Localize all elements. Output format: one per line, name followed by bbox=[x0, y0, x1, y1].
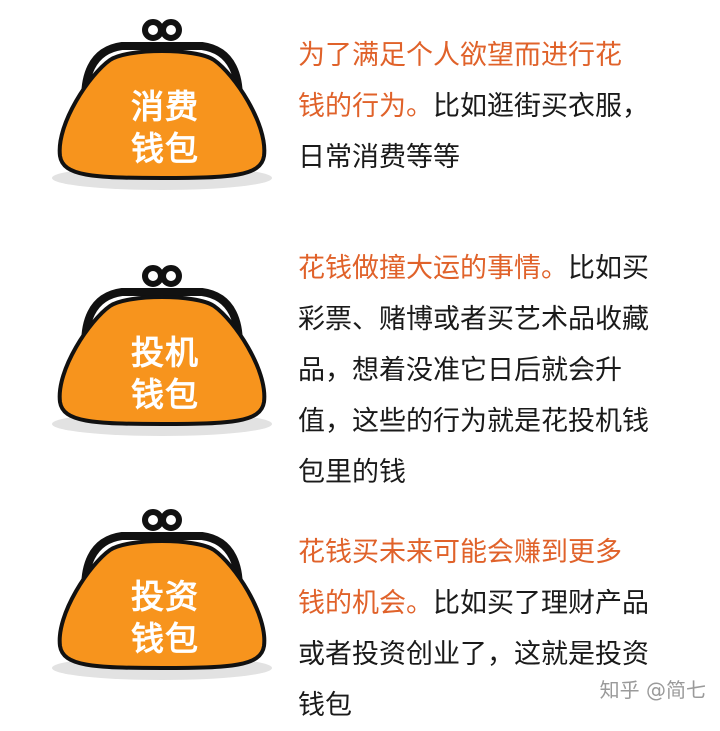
description-line: 花钱买未来可能会赚到更多 bbox=[298, 527, 678, 578]
body-text: 值，这些的行为就是花投机钱 bbox=[298, 406, 649, 437]
purse-3: 投资 钱包 bbox=[52, 506, 278, 684]
body-text: 品，想着没准它日后就会升 bbox=[298, 355, 622, 386]
purse-label-line: 钱包 bbox=[131, 129, 199, 168]
purse-1: 消费 钱包 bbox=[52, 16, 278, 194]
clasp-ball-left bbox=[142, 509, 164, 531]
description-line: 钱的机会。比如买了理财产品 bbox=[298, 578, 678, 629]
description-line: 为了满足个人欲望而进行花 bbox=[298, 30, 678, 81]
description-line: 花钱做撞大运的事情。比如买 bbox=[298, 243, 678, 294]
highlight-text: 钱的机会。 bbox=[298, 588, 433, 619]
highlight-text: 钱的行为。 bbox=[298, 91, 433, 122]
body-text: 比如买 bbox=[568, 253, 649, 284]
description-line: 值，这些的行为就是花投机钱 bbox=[298, 396, 678, 447]
description-line: 或者投资创业了，这就是投资 bbox=[298, 629, 678, 680]
purse-label-3: 投资 钱包 bbox=[52, 576, 278, 660]
body-text: 比如买了理财产品 bbox=[433, 588, 649, 619]
watermark: 知乎 @简七 bbox=[599, 678, 706, 702]
purse-label-line: 投机 bbox=[131, 333, 199, 372]
wallet-row-2: 投机 钱包 花钱做撞大运的事情。比如买彩票、赌博或者买艺术品收藏 品，想着没准它日后… bbox=[0, 240, 720, 488]
purse-label-line: 消费 bbox=[131, 87, 199, 126]
clasp-ball-left bbox=[142, 265, 164, 287]
body-text: 比如逛街买衣服， bbox=[433, 91, 649, 122]
purse-label-2: 投机 钱包 bbox=[52, 332, 278, 416]
description-line: 钱的行为。比如逛街买衣服， bbox=[298, 81, 678, 132]
highlight-text: 为了满足个人欲望而进行花 bbox=[298, 40, 622, 71]
clasp-ball-right bbox=[160, 509, 182, 531]
description-2: 花钱做撞大运的事情。比如买彩票、赌博或者买艺术品收藏 品，想着没准它日后就会升 值，… bbox=[298, 243, 678, 498]
body-text: 或者投资创业了，这就是投资 bbox=[298, 639, 649, 670]
description-line: 彩票、赌博或者买艺术品收藏 bbox=[298, 294, 678, 345]
purse-label-1: 消费 钱包 bbox=[52, 86, 278, 170]
purse-label-line: 钱包 bbox=[131, 619, 199, 658]
clasp-ball-right bbox=[160, 19, 182, 41]
highlight-text: 花钱买未来可能会赚到更多 bbox=[298, 537, 622, 568]
body-text: 日常消费等等 bbox=[298, 142, 460, 173]
body-text: 钱包 bbox=[298, 690, 352, 721]
description-line: 品，想着没准它日后就会升 bbox=[298, 345, 678, 396]
wallet-row-1: 消费 钱包 为了满足个人欲望而进行花 钱的行为。比如逛街买衣服， 日常消费等等 bbox=[0, 0, 720, 240]
purse-label-line: 投资 bbox=[131, 577, 199, 616]
purse-label-line: 钱包 bbox=[131, 375, 199, 414]
clasp-ball-left bbox=[142, 19, 164, 41]
body-text: 彩票、赌博或者买艺术品收藏 bbox=[298, 304, 649, 335]
description-line: 日常消费等等 bbox=[298, 132, 678, 183]
description-1: 为了满足个人欲望而进行花 钱的行为。比如逛街买衣服， 日常消费等等 bbox=[298, 30, 678, 183]
purse-2: 投机 钱包 bbox=[52, 262, 278, 440]
highlight-text: 花钱做撞大运的事情。 bbox=[298, 253, 568, 284]
clasp-ball-right bbox=[160, 265, 182, 287]
